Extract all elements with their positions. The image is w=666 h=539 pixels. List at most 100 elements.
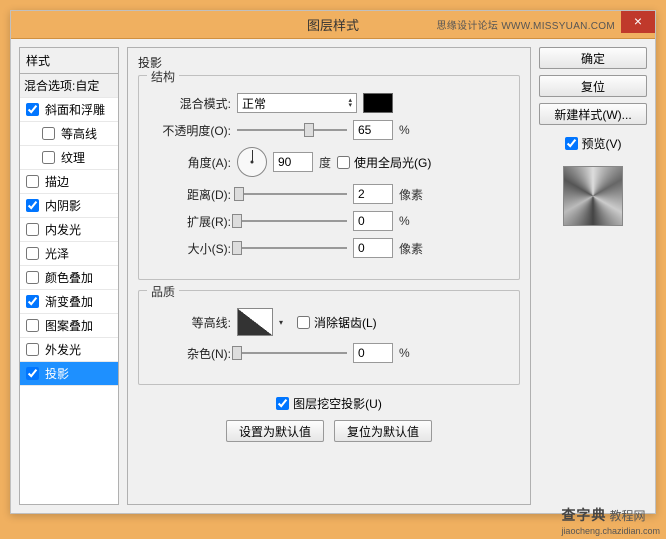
make-default-button[interactable]: 设置为默认值 bbox=[226, 420, 324, 442]
noise-label: 杂色(N): bbox=[151, 345, 231, 362]
structure-legend: 结构 bbox=[147, 68, 179, 85]
distance-slider[interactable] bbox=[237, 186, 347, 202]
style-label: 斜面和浮雕 bbox=[45, 101, 105, 118]
quality-legend: 品质 bbox=[147, 283, 179, 300]
noise-unit: % bbox=[399, 346, 410, 360]
style-checkbox[interactable] bbox=[42, 127, 55, 140]
structure-fieldset: 结构 混合模式: 正常 ▴▾ 不透明度(O): % 角度(A): bbox=[138, 75, 520, 280]
style-label: 颜色叠加 bbox=[45, 269, 93, 286]
style-row[interactable]: 等高线 bbox=[20, 122, 118, 146]
style-checkbox[interactable] bbox=[26, 199, 39, 212]
style-checkbox[interactable] bbox=[26, 223, 39, 236]
settings-panel: 投影 结构 混合模式: 正常 ▴▾ 不透明度(O): % bbox=[127, 47, 531, 505]
global-light-label: 使用全局光(G) bbox=[354, 154, 431, 171]
style-row[interactable]: 斜面和浮雕 bbox=[20, 98, 118, 122]
knockout-option[interactable]: 图层挖空投影(U) bbox=[276, 395, 382, 412]
style-checkbox[interactable] bbox=[26, 247, 39, 260]
style-label: 等高线 bbox=[61, 125, 97, 142]
dialog-body: 样式 混合选项:自定 斜面和浮雕等高线纹理描边内阴影内发光光泽颜色叠加渐变叠加图… bbox=[11, 39, 655, 513]
global-light-checkbox[interactable] bbox=[337, 156, 350, 169]
style-checkbox[interactable] bbox=[26, 295, 39, 308]
style-label: 描边 bbox=[45, 173, 69, 190]
antialias-option[interactable]: 消除锯齿(L) bbox=[297, 314, 377, 331]
angle-input[interactable] bbox=[273, 152, 313, 172]
style-row[interactable]: 投影 bbox=[20, 362, 118, 386]
style-label: 投影 bbox=[45, 365, 69, 382]
style-label: 内阴影 bbox=[45, 197, 81, 214]
spread-label: 扩展(R): bbox=[151, 213, 231, 230]
style-checkbox[interactable] bbox=[42, 151, 55, 164]
knockout-label: 图层挖空投影(U) bbox=[293, 395, 382, 412]
style-label: 纹理 bbox=[61, 149, 85, 166]
distance-label: 距离(D): bbox=[151, 186, 231, 203]
angle-dial[interactable] bbox=[237, 147, 267, 177]
noise-slider[interactable] bbox=[237, 345, 347, 361]
style-row[interactable]: 图案叠加 bbox=[20, 314, 118, 338]
window-title: 图层样式 bbox=[307, 15, 359, 34]
contour-picker[interactable] bbox=[237, 308, 273, 336]
style-row[interactable]: 内发光 bbox=[20, 218, 118, 242]
opacity-input[interactable] bbox=[353, 120, 393, 140]
styles-header: 样式 bbox=[19, 47, 119, 74]
contour-label: 等高线: bbox=[151, 314, 231, 331]
size-input[interactable] bbox=[353, 238, 393, 258]
watermark-brand: 查字典 bbox=[561, 507, 606, 523]
page-watermark: 查字典 教程网 jiaocheng.chazidian.com bbox=[561, 505, 660, 537]
style-row[interactable]: 外发光 bbox=[20, 338, 118, 362]
distance-input[interactable] bbox=[353, 184, 393, 204]
preview-thumbnail bbox=[563, 166, 623, 226]
style-row[interactable]: 渐变叠加 bbox=[20, 290, 118, 314]
size-slider[interactable] bbox=[237, 240, 347, 256]
blend-options-label: 混合选项:自定 bbox=[24, 77, 99, 94]
knockout-checkbox[interactable] bbox=[276, 397, 289, 410]
style-checkbox[interactable] bbox=[26, 175, 39, 188]
new-style-button[interactable]: 新建样式(W)... bbox=[539, 103, 647, 125]
close-button[interactable]: × bbox=[621, 11, 655, 33]
global-light-option[interactable]: 使用全局光(G) bbox=[337, 154, 431, 171]
style-checkbox[interactable] bbox=[26, 319, 39, 332]
action-panel: 确定 复位 新建样式(W)... 预览(V) bbox=[539, 47, 647, 505]
styles-panel: 样式 混合选项:自定 斜面和浮雕等高线纹理描边内阴影内发光光泽颜色叠加渐变叠加图… bbox=[19, 47, 119, 505]
quality-fieldset: 品质 等高线: ▾ 消除锯齿(L) 杂色(N): % bbox=[138, 290, 520, 385]
style-label: 图案叠加 bbox=[45, 317, 93, 334]
style-row[interactable]: 颜色叠加 bbox=[20, 266, 118, 290]
angle-unit: 度 bbox=[319, 154, 331, 171]
style-row[interactable]: 光泽 bbox=[20, 242, 118, 266]
style-label: 内发光 bbox=[45, 221, 81, 238]
blend-mode-dropdown[interactable]: 正常 ▴▾ bbox=[237, 93, 357, 113]
style-checkbox[interactable] bbox=[26, 271, 39, 284]
preview-checkbox[interactable] bbox=[565, 137, 578, 150]
style-row[interactable]: 描边 bbox=[20, 170, 118, 194]
style-row[interactable]: 内阴影 bbox=[20, 194, 118, 218]
spread-input[interactable] bbox=[353, 211, 393, 231]
titlebar: 图层样式 思缘设计论坛 WWW.MISSYUAN.COM × bbox=[11, 11, 655, 39]
shadow-color-swatch[interactable] bbox=[363, 93, 393, 113]
preview-label: 预览(V) bbox=[582, 135, 622, 152]
blend-mode-label: 混合模式: bbox=[151, 95, 231, 112]
style-checkbox[interactable] bbox=[26, 367, 39, 380]
dropdown-arrow-icon: ▴▾ bbox=[348, 98, 352, 108]
spread-slider[interactable] bbox=[237, 213, 347, 229]
style-label: 光泽 bbox=[45, 245, 69, 262]
reset-default-button[interactable]: 复位为默认值 bbox=[334, 420, 432, 442]
blend-options-row[interactable]: 混合选项:自定 bbox=[20, 74, 118, 98]
preview-option[interactable]: 预览(V) bbox=[565, 135, 622, 152]
spread-unit: % bbox=[399, 214, 410, 228]
cancel-button[interactable]: 复位 bbox=[539, 75, 647, 97]
antialias-checkbox[interactable] bbox=[297, 316, 310, 329]
style-row[interactable]: 纹理 bbox=[20, 146, 118, 170]
opacity-slider[interactable] bbox=[237, 122, 347, 138]
styles-list: 混合选项:自定 斜面和浮雕等高线纹理描边内阴影内发光光泽颜色叠加渐变叠加图案叠加… bbox=[19, 74, 119, 505]
angle-label: 角度(A): bbox=[151, 154, 231, 171]
noise-input[interactable] bbox=[353, 343, 393, 363]
style-checkbox[interactable] bbox=[26, 103, 39, 116]
antialias-label: 消除锯齿(L) bbox=[314, 314, 377, 331]
contour-arrow-icon[interactable]: ▾ bbox=[279, 318, 283, 327]
style-label: 渐变叠加 bbox=[45, 293, 93, 310]
opacity-unit: % bbox=[399, 123, 410, 137]
style-checkbox[interactable] bbox=[26, 343, 39, 356]
style-label: 外发光 bbox=[45, 341, 81, 358]
opacity-label: 不透明度(O): bbox=[151, 122, 231, 139]
ok-button[interactable]: 确定 bbox=[539, 47, 647, 69]
size-label: 大小(S): bbox=[151, 240, 231, 257]
